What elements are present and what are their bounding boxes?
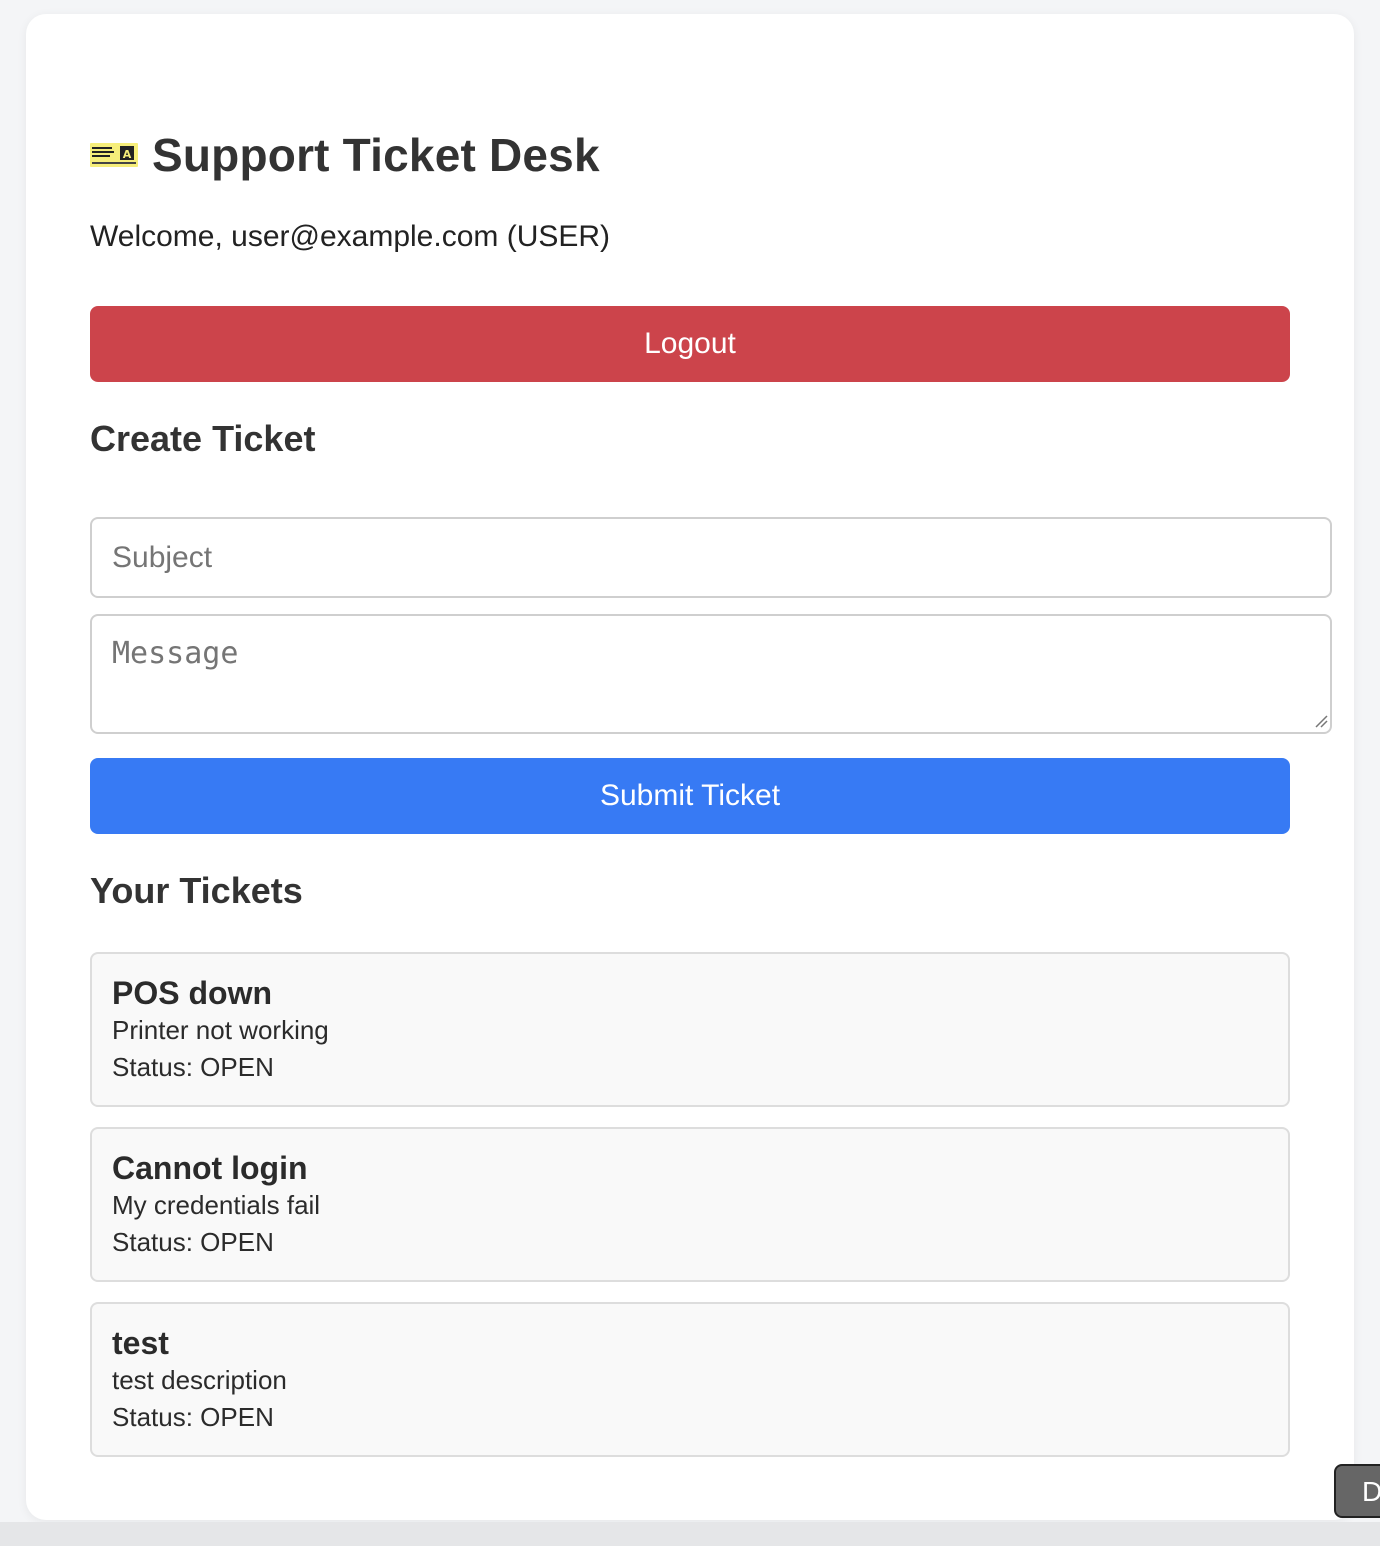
create-ticket-heading: Create Ticket	[90, 418, 316, 459]
ticket-status: Status: OPEN	[112, 1402, 274, 1432]
ticket-item[interactable]: test test description Status: OPEN	[90, 1302, 1290, 1457]
ticket-subject: test	[112, 1325, 169, 1361]
logout-button[interactable]: Logout	[90, 306, 1290, 382]
ticket-subject: POS down	[112, 975, 272, 1011]
subject-input[interactable]	[90, 517, 1332, 598]
ticket-item[interactable]: Cannot login My credentials fail Status:…	[90, 1127, 1290, 1282]
ticket-message: test description	[112, 1365, 287, 1395]
svg-text:A: A	[123, 148, 132, 161]
your-tickets-heading: Your Tickets	[90, 870, 303, 911]
floating-dev-button[interactable]: D	[1334, 1464, 1380, 1518]
submit-ticket-button[interactable]: Submit Ticket	[90, 758, 1290, 834]
ticket-message: Printer not working	[112, 1015, 329, 1045]
ticket-subject: Cannot login	[112, 1150, 308, 1186]
ticket-message: My credentials fail	[112, 1190, 321, 1220]
ticket-status: Status: OPEN	[112, 1052, 274, 1082]
bottom-strip	[0, 1522, 1380, 1546]
main-card: A Support Ticket Desk Welcome, user@exam…	[26, 14, 1354, 1520]
message-textarea[interactable]	[90, 614, 1332, 734]
resize-grip-icon[interactable]	[1314, 714, 1328, 728]
welcome-text: Welcome, user@example.com (USER)	[90, 220, 611, 253]
page-title: Support Ticket Desk	[152, 129, 600, 181]
title-row: A Support Ticket Desk	[90, 120, 600, 190]
ticket-icon: A	[90, 141, 138, 169]
ticket-item[interactable]: POS down Printer not working Status: OPE…	[90, 952, 1290, 1107]
ticket-status: Status: OPEN	[112, 1227, 274, 1257]
